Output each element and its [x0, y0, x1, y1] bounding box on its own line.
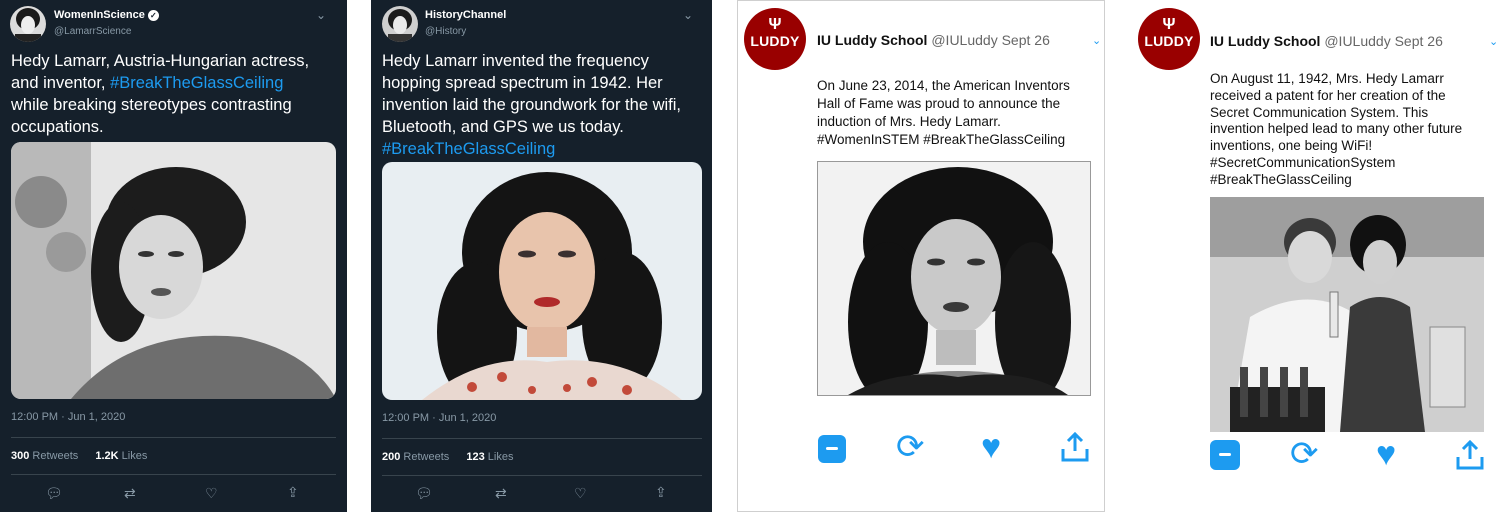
share-icon[interactable]: ⇪	[287, 484, 299, 501]
tweet-timestamp[interactable]: 12:00 PM · Jun 1, 2020	[382, 412, 496, 424]
hashtag-link[interactable]: #BreakTheGlassCeiling	[110, 74, 283, 92]
like-icon[interactable]: ♥	[981, 427, 1001, 467]
share-icon[interactable]	[1455, 439, 1485, 476]
tweet-photo[interactable]	[1210, 197, 1484, 432]
tweet-text: On August 11, 1942, Mrs. Hedy Lamarr rec…	[1210, 71, 1463, 187]
divider	[11, 437, 336, 438]
tweet-card-luddy-2: Ψ LUDDY IU Luddy School @IULuddy Sept 26…	[1133, 0, 1500, 512]
retweet-count[interactable]: 300 Retweets	[11, 450, 78, 462]
reply-icon[interactable]: 💬︎	[415, 485, 433, 502]
tweet-photo[interactable]	[11, 142, 336, 399]
hashtag-link[interactable]: #BreakTheGlassCeiling	[382, 138, 712, 160]
like-icon[interactable]: ♡	[205, 485, 218, 502]
retweet-icon[interactable]: ⟳	[1290, 434, 1319, 474]
display-name[interactable]: WomenInScience ✓	[54, 9, 159, 21]
retweet-icon[interactable]: ⟳	[896, 427, 925, 467]
like-count[interactable]: 1.2K Likes	[95, 450, 147, 462]
reply-icon[interactable]: 💬︎	[45, 485, 63, 502]
display-name[interactable]: IU Luddy School @IULuddy Sept 26	[1210, 33, 1443, 49]
chevron-down-icon[interactable]: ⌄	[1092, 34, 1101, 47]
luddy-logo[interactable]: Ψ LUDDY	[1138, 8, 1200, 70]
tweet-card-womeninscience: WomenInScience ✓ @LamarrScience ⌄ Hedy La…	[0, 0, 347, 512]
tweet-photo[interactable]	[817, 161, 1091, 396]
like-icon[interactable]: ♡	[574, 485, 587, 502]
tweet-timestamp[interactable]: 12:00 PM · Jun 1, 2020	[11, 411, 125, 423]
tweet-text: Hedy Lamarr, Austria-Hungarian actress, …	[11, 52, 310, 136]
comment-icon[interactable]	[1210, 440, 1240, 470]
trident-icon: Ψ	[768, 16, 782, 33]
verified-icon: ✓	[147, 9, 159, 21]
user-handle[interactable]: @History	[425, 26, 466, 37]
share-icon[interactable]: ⇪	[655, 484, 667, 501]
retweet-count[interactable]: 200 Retweets	[382, 451, 449, 463]
avatar[interactable]	[382, 6, 418, 42]
divider	[382, 438, 702, 439]
tweet-text: Hedy Lamarr invented the frequency hoppi…	[382, 50, 712, 160]
tweet-text: On June 23, 2014, the American Inventors…	[817, 78, 1070, 147]
divider	[11, 474, 336, 475]
chevron-down-icon[interactable]: ⌄	[1489, 35, 1498, 48]
engagement-stats: 200 Retweets 123 Likes	[382, 451, 513, 463]
chevron-down-icon[interactable]: ⌄	[683, 8, 693, 22]
engagement-stats: 300 Retweets 1.2K Likes	[11, 450, 147, 462]
comment-icon[interactable]	[818, 435, 846, 463]
tweet-card-luddy-1: Ψ LUDDY IU Luddy School @IULuddy Sept 26…	[737, 0, 1105, 512]
luddy-logo[interactable]: Ψ LUDDY	[744, 8, 806, 70]
divider	[382, 475, 702, 476]
retweet-icon[interactable]: ⇄	[124, 485, 136, 502]
display-name[interactable]: IU Luddy School @IULuddy Sept 26	[817, 32, 1050, 48]
chevron-down-icon[interactable]: ⌄	[316, 8, 326, 22]
like-count[interactable]: 123 Likes	[466, 451, 513, 463]
trident-icon: Ψ	[1162, 16, 1176, 33]
retweet-icon[interactable]: ⇄	[495, 485, 507, 502]
user-handle[interactable]: @LamarrScience	[54, 26, 131, 37]
tweet-photo[interactable]	[382, 162, 702, 400]
display-name[interactable]: HistoryChannel	[425, 9, 506, 21]
share-icon[interactable]	[1060, 431, 1090, 468]
like-icon[interactable]: ♥	[1376, 434, 1396, 474]
tweet-card-historychannel: HistoryChannel @History ⌄ Hedy Lamarr in…	[371, 0, 712, 512]
avatar[interactable]	[10, 6, 46, 42]
